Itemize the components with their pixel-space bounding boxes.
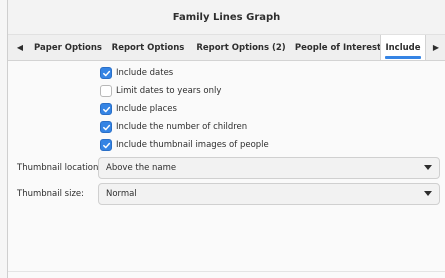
chevron-down-icon (424, 191, 432, 196)
tab-paper-options[interactable]: Paper Options (32, 35, 104, 60)
checkbox-unchecked-icon (100, 85, 112, 97)
tab-label: Report Options (2) (196, 42, 286, 53)
tab-include[interactable]: Include (380, 35, 426, 60)
checkbox-label: Include places (116, 104, 177, 114)
checkbox-checked-icon (100, 121, 112, 133)
tab-label: Include (385, 42, 421, 53)
checkbox-checked-icon (100, 67, 112, 79)
chevron-down-icon (424, 165, 432, 170)
options-tab-bar: ◀ Paper Options Report Options Report Op… (8, 35, 445, 61)
thumbnail-size-dropdown[interactable]: Normal (98, 183, 440, 205)
family-lines-graph-dialog: Family Lines Graph ◀ Paper Options Repor… (8, 0, 445, 278)
dialog-title: Family Lines Graph (172, 11, 281, 23)
tabs-scroll-left-button[interactable]: ◀ (10, 35, 30, 60)
include-number-of-children-checkbox[interactable]: Include the number of children (100, 120, 247, 134)
right-triangle-icon: ▶ (432, 43, 440, 52)
checkbox-checked-icon (100, 103, 112, 115)
dialog-titlebar: Family Lines Graph (8, 0, 445, 35)
include-dates-checkbox[interactable]: Include dates (100, 66, 173, 80)
checkbox-label: Include thumbnail images of people (116, 140, 269, 150)
include-thumbnail-images-checkbox[interactable]: Include thumbnail images of people (100, 138, 269, 152)
thumbnail-location-label: Thumbnail location: (17, 163, 102, 173)
tab-people-of-interest[interactable]: People of Interest (293, 35, 383, 60)
tab-report-options[interactable]: Report Options (109, 35, 187, 60)
dropdown-value: Above the name (106, 163, 177, 173)
thumbnail-location-dropdown[interactable]: Above the name (98, 157, 440, 179)
checkbox-checked-icon (100, 139, 112, 151)
left-window-edge (0, 0, 8, 278)
checkbox-label: Include dates (116, 68, 174, 78)
tab-label: People of Interest (294, 42, 382, 53)
panel-bottom-divider (8, 271, 445, 272)
left-triangle-icon: ◀ (16, 43, 24, 52)
dropdown-value: Normal (106, 189, 137, 199)
tabs-scroll-right-button[interactable]: ▶ (426, 35, 445, 60)
active-tab-indicator (385, 56, 421, 59)
checkbox-label: Include the number of children (116, 122, 248, 132)
tab-label: Report Options (111, 42, 185, 53)
limit-dates-to-years-checkbox[interactable]: Limit dates to years only (100, 84, 221, 98)
tab-report-options-2[interactable]: Report Options (2) (193, 35, 289, 60)
include-places-checkbox[interactable]: Include places (100, 102, 177, 116)
include-tab-panel: Include dates Limit dates to years only … (8, 61, 445, 278)
thumbnail-size-label: Thumbnail size: (17, 189, 85, 199)
checkbox-label: Limit dates to years only (116, 86, 222, 96)
tab-label: Paper Options (34, 42, 102, 53)
